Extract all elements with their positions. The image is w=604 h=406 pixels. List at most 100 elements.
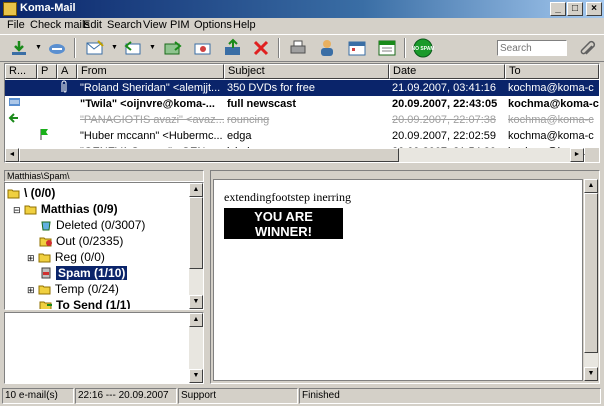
mail-date: 21.09.2007, 03:41:16 bbox=[392, 82, 496, 94]
scroll-thumb[interactable] bbox=[19, 148, 399, 162]
mail-date: 20.09.2007, 22:07:38 bbox=[392, 114, 496, 126]
message-text: extendingfootstep inerring bbox=[224, 190, 351, 204]
table-row[interactable]: "PANAGIOTIS avazi" <avaz... rouncing 20.… bbox=[5, 112, 599, 128]
folder-reg[interactable]: ⊞ Reg (0/0) bbox=[27, 249, 105, 265]
menu-options[interactable]: Options bbox=[194, 19, 232, 31]
menu-edit[interactable]: Edit bbox=[83, 19, 102, 31]
table-row[interactable]: "Roland Sheridan" <alemjjt... 350 DVDs f… bbox=[5, 80, 599, 96]
dropdown-arrow-icon[interactable]: ▼ bbox=[111, 44, 118, 51]
menu-view[interactable]: View bbox=[143, 19, 167, 31]
banner-headline: YOU ARE WINNER! bbox=[254, 209, 313, 239]
newsletter-icon bbox=[8, 96, 22, 113]
new-mail-icon[interactable] bbox=[84, 38, 106, 58]
redirect-icon[interactable] bbox=[192, 38, 214, 58]
preview-vscrollbar[interactable]: ▲ ▼ bbox=[584, 179, 598, 381]
menu-check-mails[interactable]: Check mails bbox=[30, 19, 90, 31]
mail-date: 20.09.2007, 22:02:59 bbox=[392, 130, 496, 142]
forward-icon[interactable] bbox=[162, 38, 184, 58]
mail-to: kochma@koma-c bbox=[508, 114, 594, 126]
folder-to-send[interactable]: To Send (1/1) bbox=[39, 297, 130, 309]
mail-list-hscrollbar[interactable]: ◄ ► bbox=[5, 148, 584, 162]
folder-icon bbox=[38, 251, 52, 263]
scroll-thumb[interactable] bbox=[189, 197, 203, 269]
delete-icon[interactable] bbox=[250, 38, 272, 58]
column-attachment[interactable]: A bbox=[57, 64, 77, 79]
minimize-button[interactable]: _ bbox=[550, 2, 566, 16]
folder-temp[interactable]: ⊞ Temp (0/24) bbox=[27, 281, 119, 297]
collapse-icon[interactable]: ⊟ bbox=[13, 205, 21, 215]
print-icon[interactable] bbox=[287, 38, 309, 58]
notes-icon[interactable] bbox=[376, 38, 398, 58]
status-state: Finished bbox=[299, 388, 601, 404]
folder-open-icon bbox=[24, 203, 38, 215]
send-receive-icon[interactable] bbox=[46, 38, 68, 58]
scroll-right-icon[interactable]: ► bbox=[570, 148, 584, 162]
status-folder: Support bbox=[178, 388, 298, 404]
search-input[interactable] bbox=[497, 40, 567, 56]
svg-text:NO SPAM: NO SPAM bbox=[412, 46, 434, 52]
folder-deleted[interactable]: Deleted (0/3007) bbox=[39, 217, 145, 233]
dropdown-arrow-icon[interactable]: ▼ bbox=[35, 44, 42, 51]
folder-icon bbox=[38, 283, 52, 295]
column-to[interactable]: To bbox=[505, 64, 599, 79]
mail-to: kochma@koma-c bbox=[508, 98, 599, 110]
dropdown-arrow-icon[interactable]: ▼ bbox=[149, 44, 156, 51]
expand-icon[interactable]: ⊞ bbox=[27, 285, 35, 295]
status-count: 10 e-mail(s) bbox=[2, 388, 74, 404]
scroll-up-icon[interactable]: ▲ bbox=[189, 313, 203, 327]
preview-pane: extendingfootstep inerring YOU ARE WINNE… bbox=[210, 170, 600, 384]
menu-search[interactable]: Search bbox=[107, 19, 142, 31]
scroll-thumb[interactable] bbox=[584, 193, 598, 353]
mail-subject: 350 DVDs for free bbox=[227, 82, 316, 94]
attachment-icon[interactable] bbox=[578, 38, 600, 58]
menu-file[interactable]: File bbox=[7, 19, 25, 31]
column-priority[interactable]: P bbox=[37, 64, 57, 79]
scroll-up-icon[interactable]: ▲ bbox=[189, 183, 203, 197]
column-subject[interactable]: Subject bbox=[224, 64, 389, 79]
scroll-up-icon[interactable]: ▲ bbox=[584, 179, 598, 193]
calendar-icon[interactable] bbox=[346, 38, 368, 58]
mail-from: "Roland Sheridan" <alemjjt... bbox=[80, 82, 221, 94]
notes-vscrollbar[interactable]: ▲ ▼ bbox=[189, 313, 203, 383]
menu-help[interactable]: Help bbox=[233, 19, 256, 31]
app-icon bbox=[3, 2, 17, 16]
folder-root[interactable]: \ (0/0) bbox=[7, 185, 55, 201]
outbox-icon bbox=[39, 235, 53, 247]
folder-tree: \ (0/0) ⊟ Matthias (0/9) Deleted (0/3007… bbox=[4, 182, 204, 310]
spam-icon bbox=[39, 267, 53, 279]
message-body[interactable]: extendingfootstep inerring YOU ARE WINNE… bbox=[213, 179, 583, 381]
folder-matthias[interactable]: ⊟ Matthias (0/9) bbox=[13, 201, 118, 217]
folder-vscrollbar[interactable]: ▲ ▼ bbox=[189, 183, 203, 309]
column-from[interactable]: From bbox=[77, 64, 224, 79]
mail-subject: full newscast bbox=[227, 98, 297, 110]
banner-subline: lifetime membership bbox=[230, 239, 337, 251]
send-icon bbox=[39, 299, 53, 309]
mail-subject: rouncing bbox=[227, 114, 270, 126]
scroll-down-icon[interactable]: ▼ bbox=[189, 369, 203, 383]
column-read[interactable]: R... bbox=[5, 64, 37, 79]
table-row[interactable]: "Twila" <oijnvre@koma-... full newscast … bbox=[5, 96, 599, 112]
scroll-left-icon[interactable]: ◄ bbox=[5, 148, 19, 162]
reply-icon[interactable] bbox=[122, 38, 144, 58]
download-icon[interactable] bbox=[8, 38, 30, 58]
scroll-down-icon[interactable]: ▼ bbox=[189, 295, 203, 309]
mail-date: 20.09.2007, 22:43:05 bbox=[392, 98, 498, 110]
close-button[interactable]: × bbox=[586, 2, 602, 16]
expand-icon[interactable]: ⊞ bbox=[27, 253, 35, 263]
recycle-icon bbox=[39, 219, 53, 231]
window-title: Koma-Mail bbox=[20, 2, 76, 14]
mail-from: "PANAGIOTIS avazi" <avaz... bbox=[80, 114, 224, 126]
menu-pim[interactable]: PIM bbox=[170, 19, 190, 31]
table-row[interactable]: "Huber mccann" <Hubermc... edga 20.09.20… bbox=[5, 128, 599, 144]
maximize-button[interactable]: □ bbox=[567, 2, 583, 16]
no-spam-icon[interactable]: NO SPAM bbox=[412, 38, 434, 58]
folder-spam[interactable]: Spam (1/10) bbox=[39, 265, 128, 281]
contacts-icon[interactable] bbox=[316, 38, 338, 58]
folder-out[interactable]: Out (0/2335) bbox=[39, 233, 123, 249]
folder-path: Matthias\Spam\ bbox=[4, 170, 204, 182]
move-icon[interactable] bbox=[222, 38, 244, 58]
column-date[interactable]: Date bbox=[389, 64, 505, 79]
reply-arrow-icon bbox=[8, 112, 22, 129]
folder-notes-panel[interactable]: ▲ ▼ bbox=[4, 312, 204, 384]
scroll-down-icon[interactable]: ▼ bbox=[584, 367, 598, 381]
